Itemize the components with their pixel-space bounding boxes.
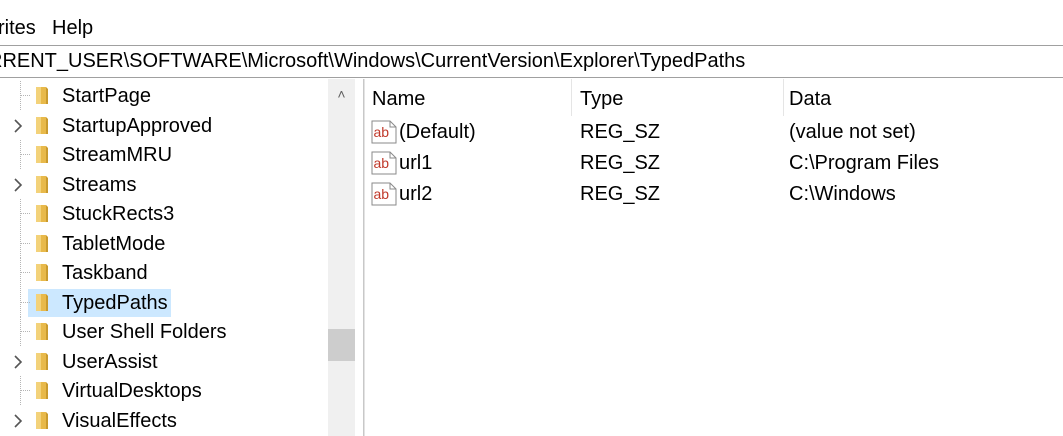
string-value-icon: ab: [371, 151, 397, 175]
folder-icon: [33, 380, 51, 401]
svg-text:ab: ab: [374, 155, 390, 171]
menu-bar: rites Help: [0, 0, 1063, 44]
tree-item[interactable]: StuckRects3: [0, 199, 328, 228]
cell-type: REG_SZ: [580, 152, 661, 174]
cell-data: C:\Program Files: [789, 152, 940, 174]
address-path[interactable]: RRENT_USER\SOFTWARE\Microsoft\Windows\Cu…: [0, 46, 745, 77]
tree-item[interactable]: User Shell Folders: [0, 317, 328, 346]
tree-item[interactable]: StartPage: [0, 81, 328, 110]
tree-guide-line: [21, 95, 30, 96]
tree-item-label: VirtualDesktops: [62, 380, 202, 402]
column-header-data[interactable]: Data: [789, 86, 831, 112]
folder-icon: [33, 233, 51, 254]
tree-item-label: TabletMode: [62, 232, 166, 255]
list-header: Name Type Data: [365, 79, 1063, 116]
svg-text:ab: ab: [374, 124, 390, 140]
cell-name: (Default): [399, 121, 476, 143]
tree-item[interactable]: Taskband: [0, 258, 328, 287]
chevron-up-icon[interactable]: ˄: [328, 79, 355, 109]
tree-guide-line: [21, 213, 30, 214]
key-tree: StartPage StartupApproved StreamMRU Streams…: [0, 79, 328, 436]
column-divider[interactable]: [783, 79, 784, 116]
cell-data: C:\Windows: [789, 183, 896, 205]
chevron-right-icon[interactable]: [9, 352, 27, 372]
svg-text:ab: ab: [374, 186, 390, 202]
tree-scrollbar[interactable]: ˄: [328, 79, 355, 436]
menu-favorites[interactable]: rites: [0, 15, 36, 41]
folder-icon: [33, 262, 51, 283]
scroll-thumb[interactable]: [328, 329, 355, 361]
folder-icon: [33, 203, 51, 224]
cell-data: (value not set): [789, 121, 916, 143]
tree-item[interactable]: VirtualDesktops: [0, 376, 328, 405]
tree-item-label: Taskband: [62, 262, 148, 284]
column-divider[interactable]: [571, 79, 572, 116]
tree-item-label: Streams: [62, 173, 137, 196]
cell-name: url2: [399, 183, 433, 205]
tree-item-label: VisualEffects: [62, 409, 177, 432]
column-header-name[interactable]: Name: [372, 86, 425, 112]
tree-guide-line: [21, 154, 30, 155]
tree-guide-line: [21, 272, 30, 273]
list-item[interactable]: ab url2 REG_SZ C:\Windows: [365, 178, 1063, 209]
list-item[interactable]: ab url1 REG_SZ C:\Program Files: [365, 147, 1063, 178]
tree-item[interactable]: TypedPaths: [0, 287, 328, 317]
tree-item-label: TypedPaths: [62, 291, 168, 314]
tree-item-label: StreamMRU: [62, 144, 173, 166]
tree-guide-line: [21, 331, 30, 332]
column-header-type[interactable]: Type: [580, 86, 623, 112]
folder-icon: [33, 351, 51, 372]
tree-item-label: User Shell Folders: [62, 321, 227, 343]
string-value-icon: ab: [371, 120, 397, 144]
folder-icon: [33, 321, 51, 342]
tree-item[interactable]: StartupApproved: [0, 111, 328, 140]
folder-icon: [33, 292, 51, 313]
tree-guide-line: [21, 390, 30, 391]
cell-type: REG_SZ: [580, 183, 661, 205]
chevron-right-icon[interactable]: [9, 411, 27, 431]
string-value-icon: ab: [371, 182, 397, 206]
tree-item[interactable]: Streams: [0, 170, 328, 199]
tree-guide-line: [21, 301, 30, 303]
tree-item-label: UserAssist: [62, 350, 158, 373]
chevron-right-icon[interactable]: [9, 116, 27, 136]
tree-item[interactable]: VisualEffects: [0, 406, 328, 435]
folder-icon: [33, 115, 51, 136]
cell-name: url1: [399, 152, 433, 174]
folder-icon: [33, 410, 51, 431]
folder-icon: [33, 174, 51, 195]
cell-type: REG_SZ: [580, 121, 661, 143]
folder-icon: [33, 144, 51, 165]
values-list: Name Type Data ab (Default) REG_SZ (value n…: [365, 79, 1063, 436]
tree-item[interactable]: UserAssist: [0, 347, 328, 376]
tree-item[interactable]: TabletMode: [0, 228, 328, 258]
menu-help[interactable]: Help: [52, 15, 93, 41]
tree-item[interactable]: StreamMRU: [0, 140, 328, 169]
tree-item-label: StartupApproved: [62, 114, 213, 137]
tree-item-label: StuckRects3: [62, 203, 175, 225]
chevron-right-icon[interactable]: [9, 175, 27, 195]
list-item[interactable]: ab (Default) REG_SZ (value not set): [365, 116, 1063, 147]
address-bar[interactable]: RRENT_USER\SOFTWARE\Microsoft\Windows\Cu…: [0, 45, 1063, 78]
tree-item-label: StartPage: [62, 85, 151, 107]
tree-guide-line: [21, 242, 30, 244]
folder-icon: [33, 85, 51, 106]
